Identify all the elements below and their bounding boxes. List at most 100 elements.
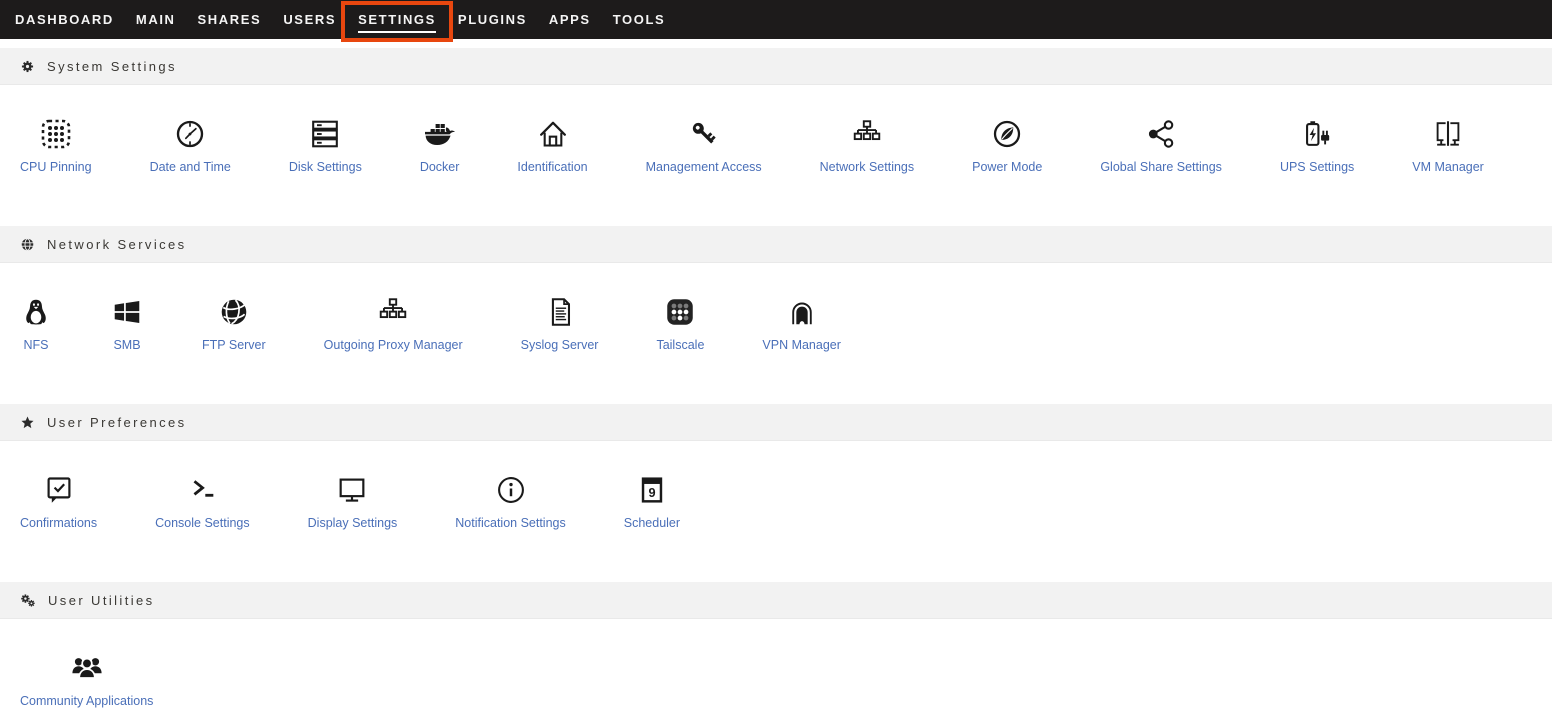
section-header: User Preferences	[0, 404, 1552, 441]
settings-item-label: Disk Settings	[289, 160, 362, 174]
settings-item-display-settings[interactable]: Display Settings	[279, 471, 427, 530]
star-icon	[21, 416, 34, 429]
settings-item-vpn-manager[interactable]: VPN Manager	[733, 293, 870, 352]
section-title: System Settings	[47, 59, 177, 74]
settings-item-label: FTP Server	[202, 338, 266, 352]
gears-icon	[21, 594, 35, 607]
section-user-preferences: User Preferences Confirmations Console Set…	[0, 404, 1552, 582]
settings-item-power-mode[interactable]: Power Mode	[943, 115, 1071, 174]
settings-item-label: Docker	[420, 160, 460, 174]
settings-item-nfs[interactable]: NFS	[0, 293, 81, 352]
chat-check-icon	[20, 471, 97, 509]
settings-item-confirmations[interactable]: Confirmations	[0, 471, 126, 530]
info-circle-icon	[455, 471, 565, 509]
settings-item-label: Date and Time	[150, 160, 231, 174]
hood-icon	[762, 293, 841, 331]
nav-item-plugins[interactable]: PLUGINS	[447, 0, 538, 39]
gear-icon	[21, 60, 34, 73]
section-system-settings: System Settings CPU Pinning Date and Time D…	[0, 48, 1552, 226]
section-items: NFS SMB FTP Server Outgoing Proxy Manager Sy…	[0, 263, 1552, 404]
settings-page: System Settings CPU Pinning Date and Time D…	[0, 48, 1552, 723]
nav-item-main[interactable]: MAIN	[125, 0, 187, 39]
settings-item-label: Notification Settings	[455, 516, 565, 530]
settings-item-label: VPN Manager	[762, 338, 841, 352]
settings-item-identification[interactable]: Identification	[488, 115, 616, 174]
share-nodes-icon	[1100, 115, 1222, 153]
penguin-icon	[20, 293, 52, 331]
nav-item-users[interactable]: USERS	[272, 0, 347, 39]
nav-item-label: SETTINGS	[358, 13, 436, 33]
settings-item-label: Console Settings	[155, 516, 250, 530]
settings-item-cpu-pinning[interactable]: CPU Pinning	[0, 115, 121, 174]
nav-item-label: PLUGINS	[458, 13, 527, 26]
disk-stack-icon	[289, 115, 362, 153]
settings-item-label: Identification	[517, 160, 587, 174]
key-icon	[646, 115, 762, 153]
settings-item-network-settings[interactable]: Network Settings	[791, 115, 943, 174]
battery-plug-icon	[1280, 115, 1354, 153]
settings-item-label: NFS	[20, 338, 52, 352]
nav-item-label: TOOLS	[613, 13, 666, 26]
settings-item-label: Scheduler	[624, 516, 680, 530]
settings-item-disk-settings[interactable]: Disk Settings	[260, 115, 391, 174]
tailscale-grid-icon	[656, 293, 704, 331]
nav-item-shares[interactable]: SHARES	[187, 0, 273, 39]
section-items: Community Applications	[0, 619, 1552, 723]
settings-item-notification-settings[interactable]: Notification Settings	[426, 471, 594, 530]
globe-solid-icon	[202, 293, 266, 331]
vm-columns-icon	[1412, 115, 1484, 153]
settings-item-vm-manager[interactable]: VM Manager	[1383, 115, 1513, 174]
settings-item-management-access[interactable]: Management Access	[617, 115, 791, 174]
settings-item-syslog-server[interactable]: Syslog Server	[492, 293, 628, 352]
settings-item-label: SMB	[110, 338, 144, 352]
nav-item-label: SHARES	[198, 13, 262, 26]
nav-item-label: DASHBOARD	[15, 13, 114, 26]
settings-item-docker[interactable]: Docker	[391, 115, 489, 174]
nav-item-label: USERS	[283, 13, 336, 26]
settings-item-label: CPU Pinning	[20, 160, 92, 174]
settings-item-community-applications[interactable]: Community Applications	[0, 649, 182, 708]
section-header: System Settings	[0, 48, 1552, 85]
svg-text:9: 9	[648, 485, 655, 500]
settings-item-outgoing-proxy-manager[interactable]: Outgoing Proxy Manager	[295, 293, 492, 352]
section-items: Confirmations Console Settings Display Set…	[0, 441, 1552, 582]
users-group-icon	[20, 649, 153, 687]
terminal-icon	[155, 471, 250, 509]
section-header: User Utilities	[0, 582, 1552, 619]
nav-item-apps[interactable]: APPS	[538, 0, 602, 39]
section-items: CPU Pinning Date and Time Disk Settings Doc…	[0, 85, 1552, 226]
settings-item-label: Syslog Server	[521, 338, 599, 352]
settings-item-global-share-settings[interactable]: Global Share Settings	[1071, 115, 1251, 174]
settings-item-label: Network Settings	[820, 160, 914, 174]
nav-item-label: APPS	[549, 13, 591, 26]
settings-item-smb[interactable]: SMB	[81, 293, 173, 352]
section-title: Network Services	[47, 237, 187, 252]
windows-icon	[110, 293, 144, 331]
section-user-utilities: User Utilities Community Applications	[0, 582, 1552, 723]
monitor-icon	[308, 471, 398, 509]
settings-item-label: UPS Settings	[1280, 160, 1354, 174]
calendar-icon: 9	[624, 471, 680, 509]
settings-item-label: Display Settings	[308, 516, 398, 530]
nav-item-dashboard[interactable]: DASHBOARD	[4, 0, 125, 39]
cpu-grid-icon	[20, 115, 92, 153]
settings-item-label: Outgoing Proxy Manager	[324, 338, 463, 352]
settings-item-label: Confirmations	[20, 516, 97, 530]
nav-item-settings[interactable]: SETTINGS	[347, 0, 447, 39]
settings-item-tailscale[interactable]: Tailscale	[627, 293, 733, 352]
document-lines-icon	[521, 293, 599, 331]
settings-item-label: Management Access	[646, 160, 762, 174]
settings-item-scheduler[interactable]: 9 Scheduler	[595, 471, 709, 530]
settings-item-ups-settings[interactable]: UPS Settings	[1251, 115, 1383, 174]
settings-item-date-and-time[interactable]: Date and Time	[121, 115, 260, 174]
settings-item-ftp-server[interactable]: FTP Server	[173, 293, 295, 352]
settings-item-label: Global Share Settings	[1100, 160, 1222, 174]
section-title: User Preferences	[47, 415, 187, 430]
section-header: Network Services	[0, 226, 1552, 263]
settings-item-console-settings[interactable]: Console Settings	[126, 471, 279, 530]
section-title: User Utilities	[48, 593, 155, 608]
settings-item-label: Tailscale	[656, 338, 704, 352]
sitemap-icon	[820, 115, 914, 153]
sitemap-icon	[324, 293, 463, 331]
nav-item-tools[interactable]: TOOLS	[602, 0, 677, 39]
